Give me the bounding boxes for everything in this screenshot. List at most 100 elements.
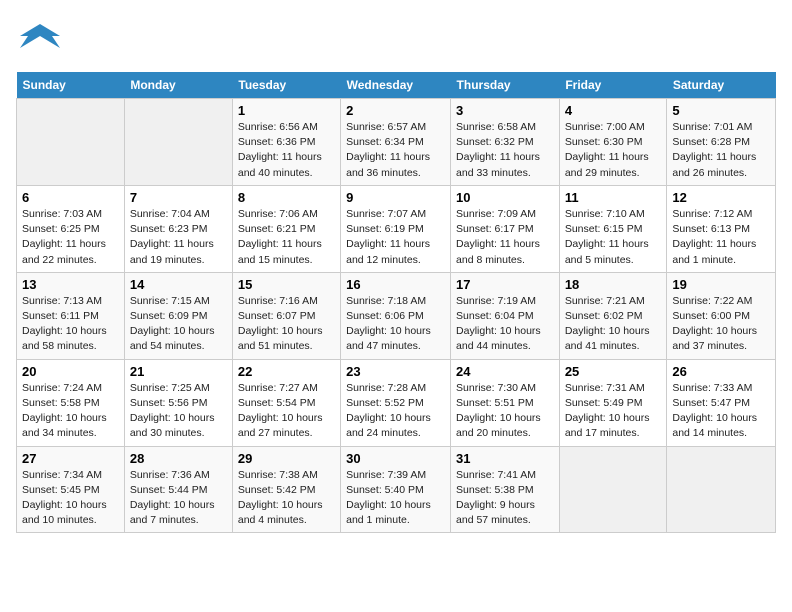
calendar-cell: 13 Sunrise: 7:13 AMSunset: 6:11 PMDaylig… xyxy=(17,272,125,359)
day-info: Sunrise: 7:19 AMSunset: 6:04 PMDaylight:… xyxy=(456,295,541,353)
calendar-cell xyxy=(559,446,667,533)
day-header-tuesday: Tuesday xyxy=(232,72,340,99)
day-header-wednesday: Wednesday xyxy=(341,72,451,99)
week-row-4: 20 Sunrise: 7:24 AMSunset: 5:58 PMDaylig… xyxy=(17,359,776,446)
calendar-cell: 1 Sunrise: 6:56 AMSunset: 6:36 PMDayligh… xyxy=(232,99,340,186)
calendar-cell: 11 Sunrise: 7:10 AMSunset: 6:15 PMDaylig… xyxy=(559,185,667,272)
calendar-cell: 21 Sunrise: 7:25 AMSunset: 5:56 PMDaylig… xyxy=(124,359,232,446)
day-number: 25 xyxy=(565,364,662,379)
calendar-cell: 19 Sunrise: 7:22 AMSunset: 6:00 PMDaylig… xyxy=(667,272,776,359)
calendar-cell: 30 Sunrise: 7:39 AMSunset: 5:40 PMDaylig… xyxy=(341,446,451,533)
day-number: 3 xyxy=(456,103,554,118)
calendar-table: SundayMondayTuesdayWednesdayThursdayFrid… xyxy=(16,72,776,533)
day-info: Sunrise: 7:18 AMSunset: 6:06 PMDaylight:… xyxy=(346,295,431,353)
day-header-friday: Friday xyxy=(559,72,667,99)
day-number: 10 xyxy=(456,190,554,205)
day-info: Sunrise: 6:58 AMSunset: 6:32 PMDaylight:… xyxy=(456,121,540,179)
day-number: 1 xyxy=(238,103,335,118)
week-row-5: 27 Sunrise: 7:34 AMSunset: 5:45 PMDaylig… xyxy=(17,446,776,533)
day-info: Sunrise: 7:21 AMSunset: 6:02 PMDaylight:… xyxy=(565,295,650,353)
day-number: 5 xyxy=(672,103,770,118)
day-info: Sunrise: 7:07 AMSunset: 6:19 PMDaylight:… xyxy=(346,208,430,266)
week-row-3: 13 Sunrise: 7:13 AMSunset: 6:11 PMDaylig… xyxy=(17,272,776,359)
day-header-sunday: Sunday xyxy=(17,72,125,99)
day-info: Sunrise: 7:36 AMSunset: 5:44 PMDaylight:… xyxy=(130,469,215,527)
day-number: 28 xyxy=(130,451,227,466)
day-info: Sunrise: 7:27 AMSunset: 5:54 PMDaylight:… xyxy=(238,382,323,440)
calendar-cell: 20 Sunrise: 7:24 AMSunset: 5:58 PMDaylig… xyxy=(17,359,125,446)
calendar-cell: 3 Sunrise: 6:58 AMSunset: 6:32 PMDayligh… xyxy=(451,99,560,186)
day-number: 4 xyxy=(565,103,662,118)
day-header-row: SundayMondayTuesdayWednesdayThursdayFrid… xyxy=(17,72,776,99)
day-info: Sunrise: 7:15 AMSunset: 6:09 PMDaylight:… xyxy=(130,295,215,353)
day-number: 8 xyxy=(238,190,335,205)
calendar-cell: 14 Sunrise: 7:15 AMSunset: 6:09 PMDaylig… xyxy=(124,272,232,359)
calendar-cell xyxy=(124,99,232,186)
day-info: Sunrise: 6:56 AMSunset: 6:36 PMDaylight:… xyxy=(238,121,322,179)
day-info: Sunrise: 7:41 AMSunset: 5:38 PMDaylight:… xyxy=(456,469,536,527)
day-info: Sunrise: 7:00 AMSunset: 6:30 PMDaylight:… xyxy=(565,121,649,179)
week-row-1: 1 Sunrise: 6:56 AMSunset: 6:36 PMDayligh… xyxy=(17,99,776,186)
calendar-cell: 16 Sunrise: 7:18 AMSunset: 6:06 PMDaylig… xyxy=(341,272,451,359)
calendar-cell: 17 Sunrise: 7:19 AMSunset: 6:04 PMDaylig… xyxy=(451,272,560,359)
day-info: Sunrise: 7:22 AMSunset: 6:00 PMDaylight:… xyxy=(672,295,757,353)
day-number: 11 xyxy=(565,190,662,205)
day-header-thursday: Thursday xyxy=(451,72,560,99)
day-info: Sunrise: 7:34 AMSunset: 5:45 PMDaylight:… xyxy=(22,469,107,527)
day-info: Sunrise: 7:10 AMSunset: 6:15 PMDaylight:… xyxy=(565,208,649,266)
day-info: Sunrise: 7:01 AMSunset: 6:28 PMDaylight:… xyxy=(672,121,756,179)
day-number: 12 xyxy=(672,190,770,205)
day-header-saturday: Saturday xyxy=(667,72,776,99)
day-number: 17 xyxy=(456,277,554,292)
calendar-cell: 6 Sunrise: 7:03 AMSunset: 6:25 PMDayligh… xyxy=(17,185,125,272)
calendar-cell: 7 Sunrise: 7:04 AMSunset: 6:23 PMDayligh… xyxy=(124,185,232,272)
day-number: 29 xyxy=(238,451,335,466)
day-info: Sunrise: 7:39 AMSunset: 5:40 PMDaylight:… xyxy=(346,469,431,527)
day-info: Sunrise: 7:09 AMSunset: 6:17 PMDaylight:… xyxy=(456,208,540,266)
day-info: Sunrise: 7:38 AMSunset: 5:42 PMDaylight:… xyxy=(238,469,323,527)
day-number: 26 xyxy=(672,364,770,379)
day-number: 20 xyxy=(22,364,119,379)
day-info: Sunrise: 7:28 AMSunset: 5:52 PMDaylight:… xyxy=(346,382,431,440)
day-info: Sunrise: 7:30 AMSunset: 5:51 PMDaylight:… xyxy=(456,382,541,440)
day-number: 7 xyxy=(130,190,227,205)
calendar-cell: 24 Sunrise: 7:30 AMSunset: 5:51 PMDaylig… xyxy=(451,359,560,446)
day-number: 19 xyxy=(672,277,770,292)
day-info: Sunrise: 7:04 AMSunset: 6:23 PMDaylight:… xyxy=(130,208,214,266)
calendar-cell: 5 Sunrise: 7:01 AMSunset: 6:28 PMDayligh… xyxy=(667,99,776,186)
calendar-cell: 22 Sunrise: 7:27 AMSunset: 5:54 PMDaylig… xyxy=(232,359,340,446)
day-info: Sunrise: 7:25 AMSunset: 5:56 PMDaylight:… xyxy=(130,382,215,440)
calendar-cell: 15 Sunrise: 7:16 AMSunset: 6:07 PMDaylig… xyxy=(232,272,340,359)
day-info: Sunrise: 7:24 AMSunset: 5:58 PMDaylight:… xyxy=(22,382,107,440)
day-number: 30 xyxy=(346,451,445,466)
day-info: Sunrise: 7:31 AMSunset: 5:49 PMDaylight:… xyxy=(565,382,650,440)
calendar-cell: 27 Sunrise: 7:34 AMSunset: 5:45 PMDaylig… xyxy=(17,446,125,533)
calendar-cell: 8 Sunrise: 7:06 AMSunset: 6:21 PMDayligh… xyxy=(232,185,340,272)
calendar-cell: 25 Sunrise: 7:31 AMSunset: 5:49 PMDaylig… xyxy=(559,359,667,446)
week-row-2: 6 Sunrise: 7:03 AMSunset: 6:25 PMDayligh… xyxy=(17,185,776,272)
calendar-cell: 12 Sunrise: 7:12 AMSunset: 6:13 PMDaylig… xyxy=(667,185,776,272)
day-number: 31 xyxy=(456,451,554,466)
day-info: Sunrise: 7:13 AMSunset: 6:11 PMDaylight:… xyxy=(22,295,107,353)
day-info: Sunrise: 7:33 AMSunset: 5:47 PMDaylight:… xyxy=(672,382,757,440)
day-number: 14 xyxy=(130,277,227,292)
day-number: 6 xyxy=(22,190,119,205)
day-number: 18 xyxy=(565,277,662,292)
calendar-cell: 9 Sunrise: 7:07 AMSunset: 6:19 PMDayligh… xyxy=(341,185,451,272)
calendar-cell: 26 Sunrise: 7:33 AMSunset: 5:47 PMDaylig… xyxy=(667,359,776,446)
day-number: 24 xyxy=(456,364,554,379)
day-number: 23 xyxy=(346,364,445,379)
day-info: Sunrise: 7:12 AMSunset: 6:13 PMDaylight:… xyxy=(672,208,756,266)
day-number: 16 xyxy=(346,277,445,292)
calendar-cell: 28 Sunrise: 7:36 AMSunset: 5:44 PMDaylig… xyxy=(124,446,232,533)
day-number: 2 xyxy=(346,103,445,118)
day-number: 13 xyxy=(22,277,119,292)
day-number: 21 xyxy=(130,364,227,379)
day-info: Sunrise: 6:57 AMSunset: 6:34 PMDaylight:… xyxy=(346,121,430,179)
calendar-cell xyxy=(667,446,776,533)
calendar-cell: 2 Sunrise: 6:57 AMSunset: 6:34 PMDayligh… xyxy=(341,99,451,186)
calendar-cell: 23 Sunrise: 7:28 AMSunset: 5:52 PMDaylig… xyxy=(341,359,451,446)
header xyxy=(16,16,776,64)
day-number: 15 xyxy=(238,277,335,292)
day-number: 27 xyxy=(22,451,119,466)
